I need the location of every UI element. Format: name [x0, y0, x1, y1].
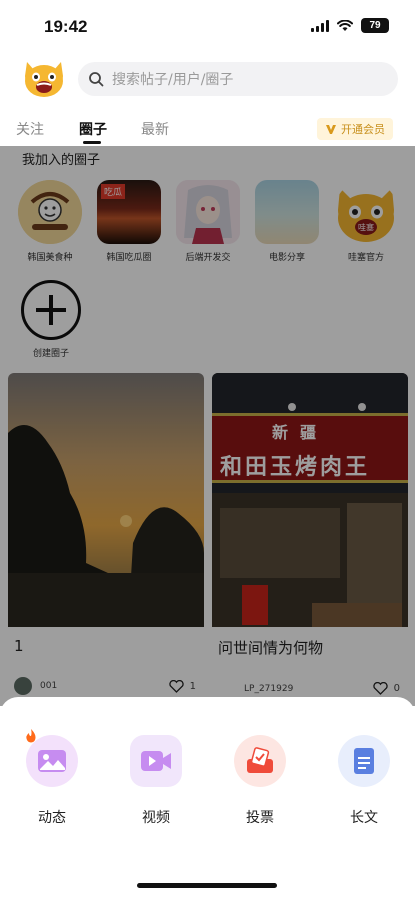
post-option-vote[interactable]: 投票 [225, 735, 295, 827]
post-option-label: 长文 [350, 810, 378, 826]
article-icon [338, 735, 390, 787]
wifi-icon [337, 19, 353, 31]
header: 搜索帖子/用户/圈子 [0, 56, 415, 102]
tab-circles[interactable]: 圈子 [79, 119, 107, 139]
vip-button[interactable]: 开通会员 [317, 118, 393, 140]
image-icon [26, 729, 78, 787]
modal-backdrop[interactable] [0, 146, 415, 706]
tab-following[interactable]: 关注 [16, 119, 44, 139]
feed-tabs: 关注 圈子 最新 开通会员 [0, 116, 415, 144]
post-type-sheet: 动态 视频 投票 长文 [0, 697, 415, 900]
home-indicator [137, 883, 277, 888]
signal-icon [311, 19, 329, 32]
search-input[interactable]: 搜索帖子/用户/圈子 [78, 62, 398, 96]
post-option-label: 动态 [38, 810, 66, 826]
post-option-label: 视频 [142, 810, 170, 826]
active-tab-indicator [83, 141, 101, 144]
post-option-video[interactable]: 视频 [121, 735, 191, 827]
vip-icon [326, 125, 336, 134]
battery-icon: 79 [361, 18, 389, 33]
avatar[interactable] [22, 56, 66, 98]
status-icons: 79 [311, 18, 389, 33]
post-option-article[interactable]: 长文 [329, 735, 399, 827]
post-option-label: 投票 [246, 810, 274, 826]
video-icon [130, 735, 182, 787]
fire-icon [26, 729, 36, 743]
search-icon [89, 72, 104, 87]
tab-latest[interactable]: 最新 [141, 119, 169, 139]
search-placeholder: 搜索帖子/用户/圈子 [112, 72, 234, 88]
vote-icon [234, 735, 286, 787]
status-bar: 19:42 79 [0, 0, 415, 50]
post-option-moment[interactable]: 动态 [17, 729, 87, 827]
vip-label: 开通会员 [341, 123, 385, 136]
status-time: 19:42 [44, 17, 88, 36]
